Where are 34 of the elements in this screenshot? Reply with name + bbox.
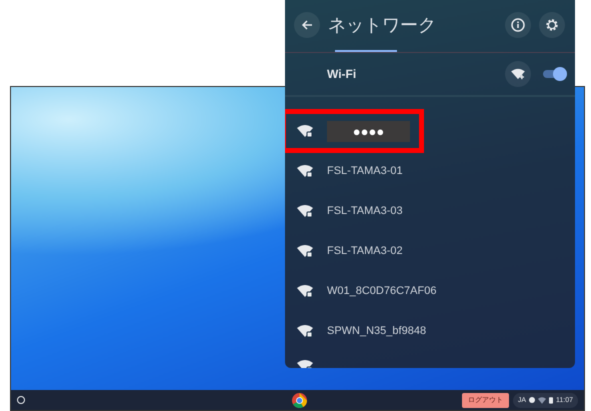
notification-icon [529,397,535,403]
masked-network-name: ●●●● [327,120,410,142]
wifi-lock-icon [297,204,313,218]
network-name: FSL-TAMA3-01 [327,165,403,177]
network-item[interactable]: W01_8C0D76C7AF06 [285,271,575,311]
wifi-lock-icon [297,124,313,138]
network-item[interactable]: ●●●● [285,111,422,151]
browser-icon[interactable] [292,393,307,408]
add-network-button[interactable] [505,61,531,87]
back-arrow-icon [301,19,313,31]
panel-title: ネットワーク [328,14,437,37]
network-item[interactable]: FSL-TAMA3-02 [285,231,575,271]
battery-icon [549,396,553,404]
wifi-label: Wi-Fi [327,67,358,81]
network-item[interactable]: FSL-TAMA3-03 [285,191,575,231]
wifi-lock-icon [297,324,313,338]
info-button[interactable] [505,12,531,38]
network-item[interactable]: FSL-TAMA3-01 [285,151,575,191]
wifi-toggle[interactable] [543,70,565,78]
wifi-lock-icon [297,284,313,298]
wifi-lock-icon [297,164,313,178]
network-name: FSL-TAMA3-03 [327,205,403,217]
launcher-icon[interactable] [17,396,25,404]
wifi-icon [538,396,546,404]
network-item[interactable]: SPWN_N35_bf9848 [285,311,575,351]
network-name: W01_8C0D76C7AF06 [327,285,436,297]
info-icon [511,18,525,32]
network-name: SPWN_N35_bf9848 [327,325,426,337]
wifi-lock-icon [297,244,313,258]
settings-button[interactable] [539,12,565,38]
network-name: FSL-TAMA3-02 [327,245,403,257]
back-button[interactable] [294,12,320,38]
wifi-add-icon [511,68,525,80]
settings-icon [545,18,559,32]
